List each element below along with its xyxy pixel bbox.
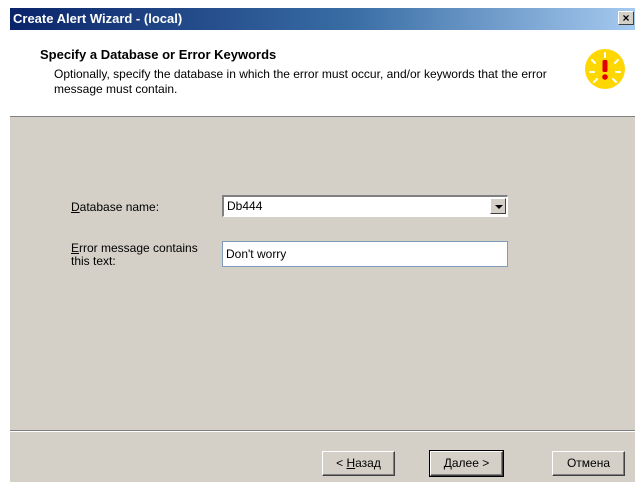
- wizard-header: Specify a Database or Error Keywords Opt…: [10, 30, 635, 117]
- close-button[interactable]: ×: [618, 11, 634, 25]
- cancel-button[interactable]: Отмена: [552, 451, 625, 476]
- back-button-mnemonic: Н: [346, 456, 356, 470]
- close-icon: ×: [622, 11, 630, 25]
- database-name-value: Db444: [227, 199, 263, 213]
- page-title: Specify a Database or Error Keywords: [40, 47, 277, 62]
- database-label-rest: atabase name:: [79, 200, 160, 214]
- error-label-line2: this text:: [71, 254, 116, 268]
- error-text-input[interactable]: [222, 241, 508, 267]
- next-button-mnemonic: Д: [443, 456, 452, 470]
- next-button-rest: алее >: [451, 456, 490, 470]
- cancel-button-label: Отмена: [566, 456, 611, 470]
- footer-separator: [10, 430, 635, 432]
- database-name-label: Database name:: [71, 201, 159, 214]
- title-bar[interactable]: Create Alert Wizard - (local) ×: [10, 8, 635, 30]
- page-description: Optionally, specify the database in whic…: [54, 67, 547, 96]
- wizard-window: Create Alert Wizard - (local) × Specify …: [10, 8, 635, 482]
- back-button-rest: азад: [355, 456, 381, 470]
- database-label-mnemonic: D: [71, 200, 80, 214]
- dropdown-arrow-icon[interactable]: [490, 198, 506, 214]
- warning-light-icon: [585, 49, 625, 89]
- error-label-line1: rror message contains: [79, 241, 198, 255]
- back-button[interactable]: < Назад: [322, 451, 395, 476]
- error-text-label: Error message contains this text:: [71, 242, 198, 268]
- back-button-prefix: <: [336, 456, 347, 470]
- next-button[interactable]: Далее >: [429, 450, 504, 477]
- error-label-mnemonic: E: [71, 241, 80, 255]
- window-title: Create Alert Wizard - (local): [13, 11, 183, 26]
- database-name-combobox[interactable]: Db444: [222, 195, 508, 217]
